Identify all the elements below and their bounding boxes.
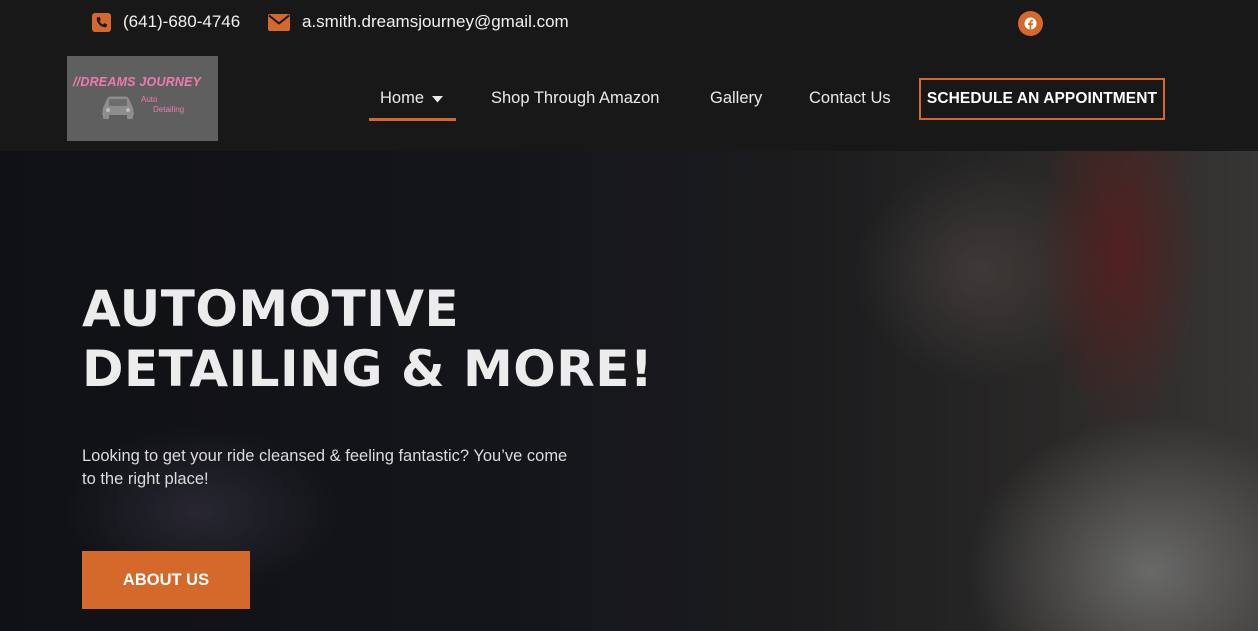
site-header: //DREAMS JOURNEY Auto Detailing Home Sho…: [0, 46, 1258, 151]
phone-number[interactable]: (641)-680-4746: [123, 12, 240, 32]
car-icon: [99, 94, 137, 125]
hero-title: AUTOMOTIVE DETAILING & MORE!: [82, 279, 653, 399]
nav-item-contact-us[interactable]: Contact Us: [809, 89, 891, 108]
hero-section: AUTOMOTIVE DETAILING & MORE! Looking to …: [0, 151, 1258, 631]
nav-item-home[interactable]: Home: [380, 89, 444, 108]
logo-subtitle-detailing: Detailing: [153, 105, 185, 114]
about-us-button[interactable]: ABOUT US: [82, 551, 250, 609]
site-logo[interactable]: //DREAMS JOURNEY Auto Detailing: [67, 56, 218, 141]
facebook-icon[interactable]: [1018, 11, 1043, 36]
nav-item-shop-amazon[interactable]: Shop Through Amazon: [491, 89, 659, 108]
logo-subtitle-auto: Auto: [141, 95, 158, 104]
caret-down-icon: [432, 89, 444, 108]
phone-icon: [92, 12, 111, 32]
hero-title-line-1: AUTOMOTIVE: [82, 280, 460, 338]
envelope-icon: [268, 13, 290, 31]
email-address[interactable]: a.smith.dreamsjourney@gmail.com: [302, 12, 569, 32]
email-contact[interactable]: a.smith.dreamsjourney@gmail.com: [268, 12, 569, 32]
nav-item-gallery[interactable]: Gallery: [710, 89, 762, 108]
hero-title-line-2: DETAILING & MORE!: [82, 340, 654, 398]
nav-active-indicator: [369, 118, 456, 121]
phone-contact[interactable]: (641)-680-4746: [92, 12, 240, 32]
schedule-appointment-button[interactable]: SCHEDULE AN APPOINTMENT: [919, 78, 1165, 120]
logo-title: //DREAMS JOURNEY: [73, 75, 202, 89]
hero-subtitle: Looking to get your ride cleansed & feel…: [82, 447, 568, 488]
nav-home-label: Home: [380, 89, 425, 107]
topbar: (641)-680-4746 a.smith.dreamsjourney@gma…: [0, 0, 1258, 46]
